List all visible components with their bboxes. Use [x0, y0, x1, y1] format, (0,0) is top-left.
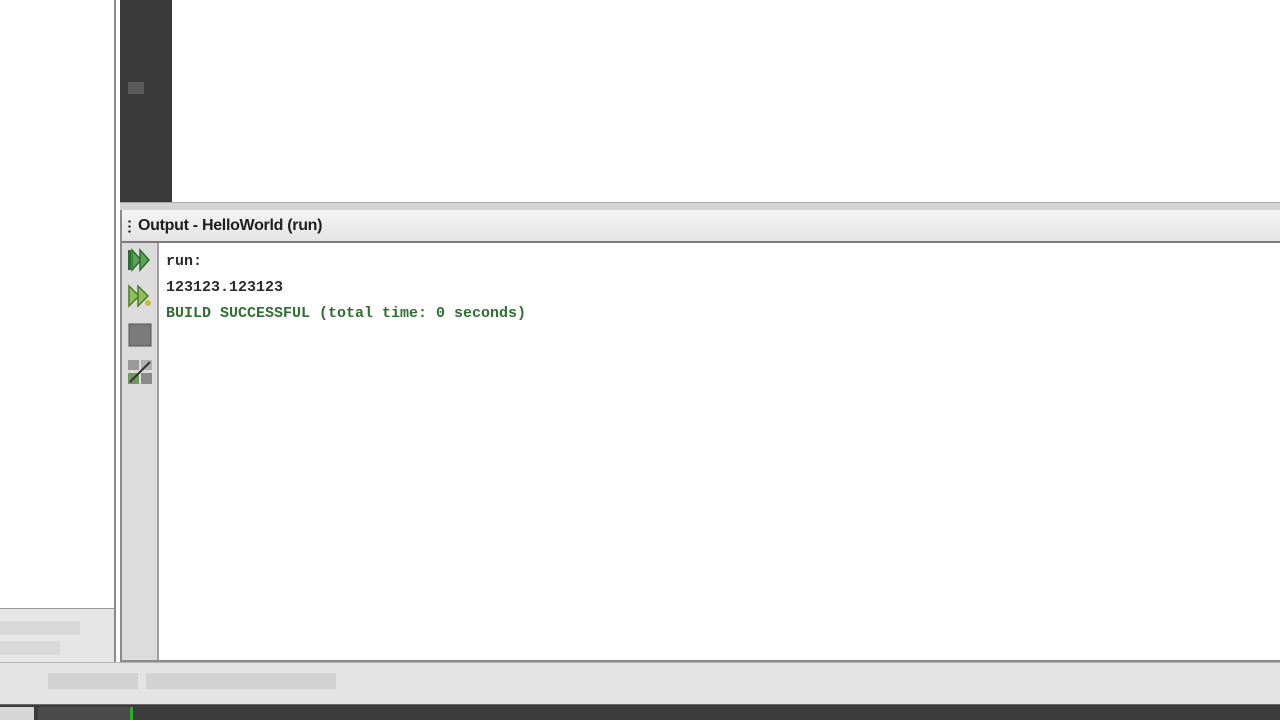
output-line-run: run:: [166, 253, 203, 270]
taskbar-app-button[interactable]: [38, 707, 133, 720]
ide-window: Output - HelloWorld (run) run: 123123.12…: [0, 0, 1280, 720]
status-segment: [146, 673, 336, 689]
output-window: Output - HelloWorld (run) run: 123123.12…: [120, 210, 1280, 662]
stop-icon: [128, 323, 152, 347]
settings-button[interactable]: [125, 358, 155, 386]
code-editor[interactable]: [172, 0, 1280, 202]
output-toolbar: [122, 243, 159, 660]
editor-gutter: [120, 0, 172, 202]
start-button[interactable]: [0, 707, 34, 720]
rerun-with-options-icon: [128, 284, 151, 308]
project-panel[interactable]: [0, 0, 116, 608]
rerun-icon: [128, 248, 151, 272]
output-line-build-status: BUILD SUCCESSFUL (total time: 0 seconds): [166, 305, 527, 322]
os-taskbar: [0, 704, 1280, 720]
settings-icon: [128, 360, 152, 384]
bookmark-marker: [128, 82, 144, 94]
output-console[interactable]: run: 123123.123123 BUILD SUCCESSFUL (tot…: [161, 243, 1280, 660]
drag-grip-icon[interactable]: [128, 219, 131, 235]
output-title-bar[interactable]: Output - HelloWorld (run): [122, 210, 1280, 243]
stop-button[interactable]: [125, 321, 155, 349]
output-line-value: 123123.123123: [166, 279, 284, 296]
navigator-panel[interactable]: [0, 608, 116, 663]
navigator-row: [0, 621, 80, 635]
status-segment: [48, 673, 138, 689]
navigator-row: [0, 641, 60, 655]
output-title: Output - HelloWorld (run): [138, 217, 323, 234]
rerun-with-options-button[interactable]: [125, 282, 155, 310]
rerun-button[interactable]: [125, 246, 155, 274]
status-bar: [0, 662, 1280, 705]
